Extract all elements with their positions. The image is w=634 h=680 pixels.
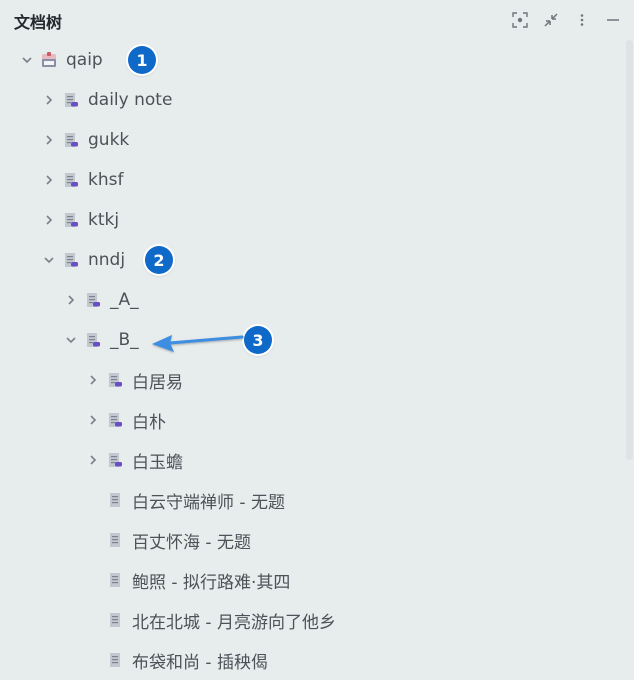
chevron-right-icon[interactable] [84, 371, 102, 389]
chevron-right-icon[interactable] [40, 171, 58, 189]
tree-item-label: ktkj [88, 210, 120, 230]
tree-item-label: 北在北城 - 月亮游向了他乡 [132, 612, 336, 633]
tree-row[interactable]: daily note [0, 80, 624, 120]
tree-item-label: daily note [88, 90, 173, 110]
tree-row[interactable]: khsf [0, 160, 624, 200]
doc-folder-icon [62, 91, 80, 109]
annotation-badge: 3 [244, 326, 272, 354]
chevron-right-icon[interactable] [40, 91, 58, 109]
tree-item-label: 白居易 [132, 372, 183, 393]
tree-item-label: _A_ [110, 290, 139, 310]
tree-row[interactable]: 布袋和尚 - 插秧偈 [0, 640, 624, 680]
chevron-down-icon[interactable] [18, 51, 36, 69]
tree-row[interactable]: 白云守端禅师 - 无题 [0, 480, 624, 520]
tree-row[interactable]: 白玉蟾 [0, 440, 624, 480]
notebook-icon [40, 51, 58, 69]
more-icon[interactable] [571, 10, 593, 30]
chevron-right-icon[interactable] [40, 211, 58, 229]
tree-item-label: 白云守端禅师 - 无题 [132, 492, 285, 513]
chevron-down-icon[interactable] [40, 251, 58, 269]
minimize-icon[interactable] [602, 10, 624, 30]
doc-folder-icon [106, 451, 124, 469]
scrollbar-thumb[interactable] [626, 40, 633, 460]
doc-icon [106, 491, 124, 509]
tree-item-label: gukk [88, 130, 130, 150]
doc-icon [106, 531, 124, 549]
doc-folder-icon [106, 411, 124, 429]
header-toolbar [509, 10, 624, 30]
chevron-right-icon[interactable] [62, 291, 80, 309]
tree-item-label: khsf [88, 170, 124, 190]
panel-header: 文档树 [0, 0, 634, 40]
tree-item-label: 鲍照 - 拟行路难·其四 [132, 572, 291, 593]
chevron-down-icon[interactable] [62, 331, 80, 349]
tree-item-label: 百丈怀海 - 无题 [132, 532, 251, 553]
tree-row[interactable]: _B_ 3 [0, 320, 624, 360]
tree-row[interactable]: 鲍照 - 拟行路难·其四 [0, 560, 624, 600]
doc-folder-icon [62, 171, 80, 189]
doc-folder-icon [62, 211, 80, 229]
tree-row[interactable]: 北在北城 - 月亮游向了他乡 [0, 600, 624, 640]
tree-item-label: 布袋和尚 - 插秧偈 [132, 652, 268, 673]
doc-folder-icon [62, 131, 80, 149]
chevron-right-icon[interactable] [84, 411, 102, 429]
doc-folder-icon [106, 371, 124, 389]
tree-row[interactable]: 白朴 [0, 400, 624, 440]
annotation-badge: 2 [145, 246, 173, 274]
doc-icon [106, 611, 124, 629]
doc-tree-panel: 文档树 qaip 1 daily note gukk khsf ktkj nnd… [0, 0, 634, 673]
tree-item-label: qaip [66, 50, 103, 70]
doc-icon [106, 651, 124, 669]
annotation-arrow [152, 335, 244, 352]
doc-tree: qaip 1 daily note gukk khsf ktkj nndj 2 _A_ _B_ 3 白… [0, 40, 624, 680]
chevron-right-icon[interactable] [40, 131, 58, 149]
tree-row[interactable]: qaip 1 [0, 40, 624, 80]
annotation-badge: 1 [128, 46, 156, 74]
tree-row[interactable]: gukk [0, 120, 624, 160]
tree-row[interactable]: ktkj [0, 200, 624, 240]
tree-row[interactable]: nndj 2 [0, 240, 624, 280]
chevron-right-icon[interactable] [84, 451, 102, 469]
doc-folder-icon [84, 331, 102, 349]
tree-row[interactable]: _A_ [0, 280, 624, 320]
tree-item-label: nndj [88, 250, 126, 270]
tree-item-label: 白玉蟾 [132, 452, 183, 473]
focus-icon[interactable] [509, 10, 531, 30]
panel-title: 文档树 [14, 13, 63, 32]
tree-row[interactable]: 百丈怀海 - 无题 [0, 520, 624, 560]
tree-item-label: 白朴 [132, 412, 166, 433]
doc-icon [106, 571, 124, 589]
tree-row[interactable]: 白居易 [0, 360, 624, 400]
tree-item-label: _B_ [110, 330, 139, 350]
doc-folder-icon [62, 251, 80, 269]
doc-folder-icon [84, 291, 102, 309]
collapse-icon[interactable] [540, 10, 562, 30]
